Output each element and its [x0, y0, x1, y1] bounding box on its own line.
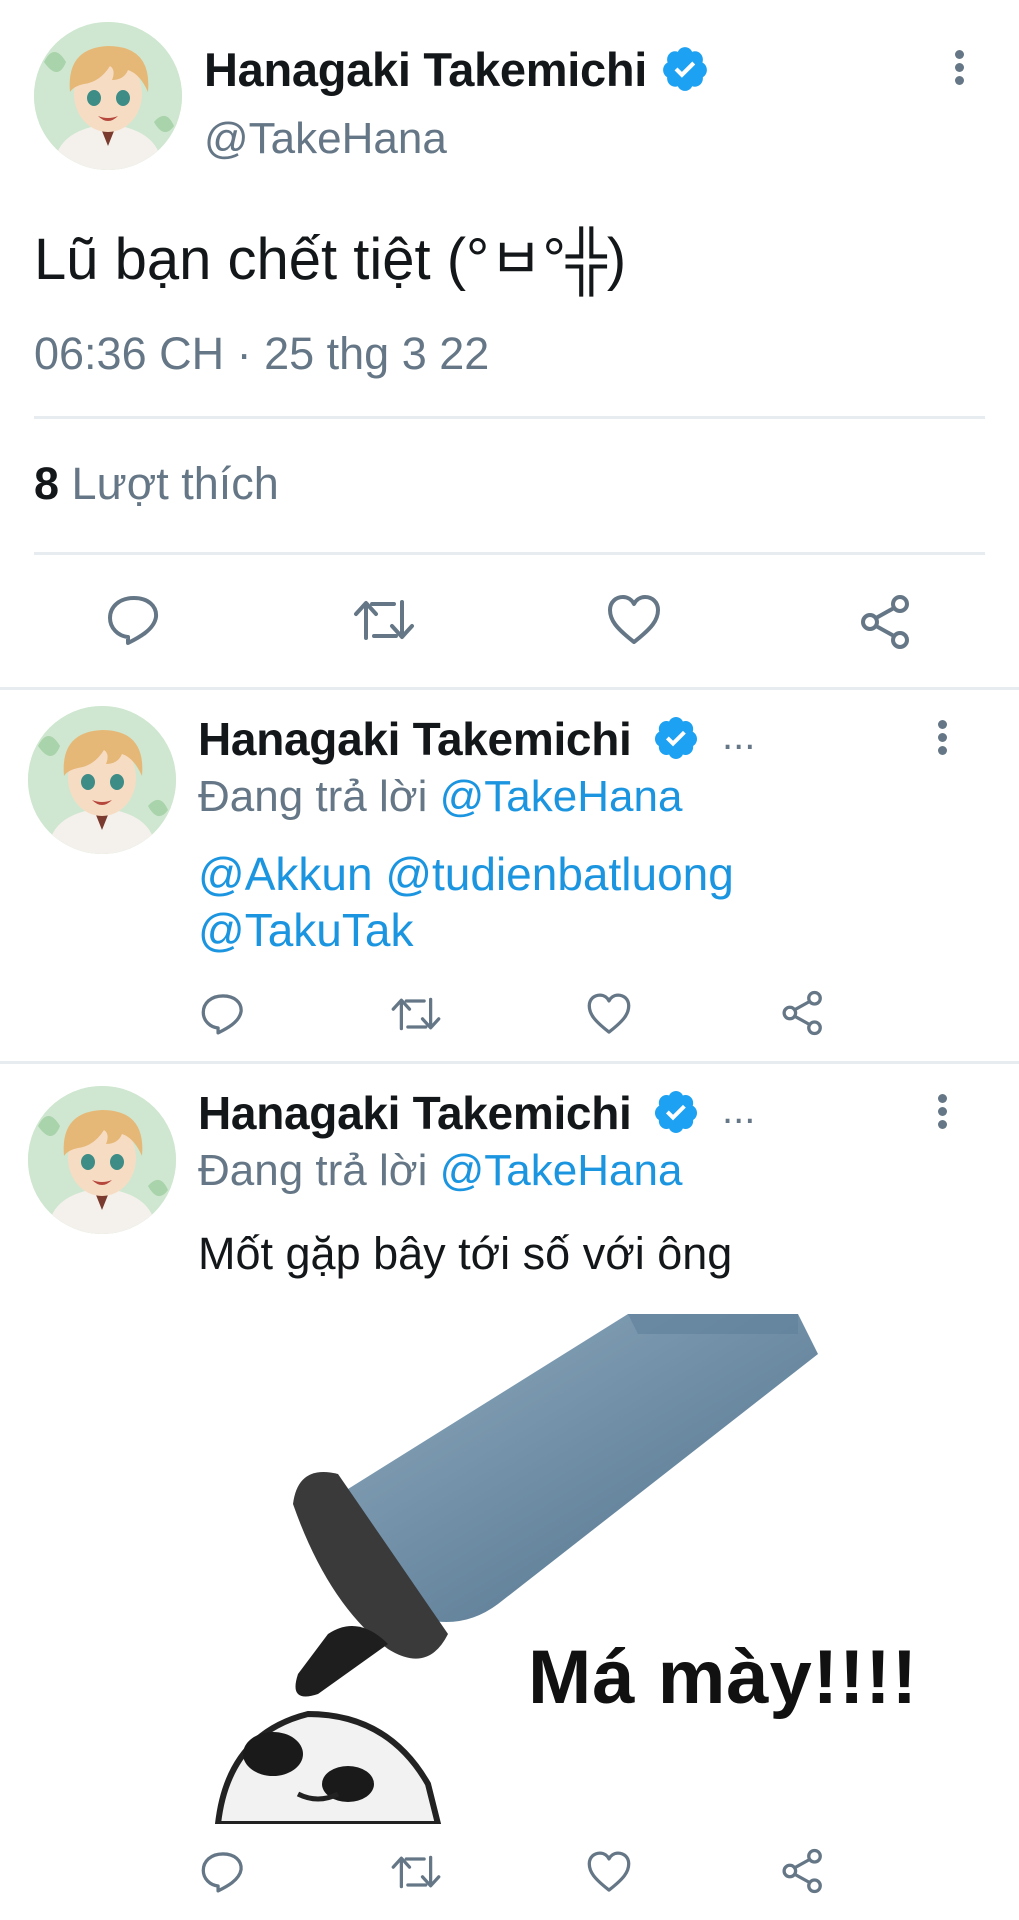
mention-link[interactable]: @TakuTak [198, 902, 958, 958]
like-icon[interactable] [606, 594, 662, 646]
display-name[interactable]: Hanagaki Takemichi [198, 1086, 632, 1140]
mention-links[interactable]: @Akkun @tudienbatluong [198, 846, 958, 902]
divider [34, 416, 985, 419]
more-options-icon[interactable] [953, 50, 965, 90]
main-tweet: Hanagaki Takemichi @TakeHana Lũ bạn chết… [0, 0, 1019, 690]
share-icon[interactable] [858, 594, 914, 650]
media-caption-text: Má mày!!!! [528, 1635, 919, 1720]
replying-prefix: Đang trả lời [198, 772, 428, 821]
likes-label: Lượt thích [71, 458, 279, 509]
user-handle[interactable]: @TakeHana [204, 114, 447, 164]
reply-text: Mốt gặp bây tới số với ông [198, 1228, 733, 1279]
truncation-ellipsis: ... [722, 1088, 756, 1132]
tweet-timestamp[interactable]: 06:36 CH · 25 thg 3 22 [34, 328, 489, 380]
share-icon[interactable] [780, 990, 826, 1036]
verified-badge-icon [652, 714, 700, 762]
reply-icon[interactable] [106, 594, 162, 646]
retweet-icon[interactable] [390, 992, 442, 1036]
divider [34, 552, 985, 555]
like-icon[interactable] [586, 992, 632, 1036]
mention-link[interactable]: @TakeHana [440, 772, 683, 821]
reply-icon[interactable] [200, 1850, 246, 1894]
verified-badge-icon [660, 44, 710, 94]
tweet-media-image[interactable]: Má mày!!!! [198, 1314, 962, 1824]
display-name[interactable]: Hanagaki Takemichi [204, 42, 647, 97]
like-icon[interactable] [586, 1850, 632, 1894]
likes-count[interactable]: 8 Lượt thích [34, 458, 279, 510]
share-icon[interactable] [780, 1848, 826, 1894]
mention-link[interactable]: @TakeHana [440, 1146, 683, 1195]
more-options-icon[interactable] [936, 1094, 948, 1134]
verified-badge-icon [652, 1088, 700, 1136]
replying-prefix: Đang trả lời [198, 1146, 428, 1195]
avatar[interactable] [34, 22, 182, 170]
avatar[interactable] [28, 1086, 176, 1234]
avatar[interactable] [28, 706, 176, 854]
truncation-ellipsis: ... [722, 714, 756, 758]
tweet-text: Lũ bạn chết tiệt (°ㅂ°╬) [34, 227, 627, 292]
reply-tweet[interactable]: Hanagaki Takemichi ... Đang trả lời @Tak… [0, 1064, 1019, 1920]
replying-to: Đang trả lời @TakeHana [198, 1146, 682, 1196]
reply-tweet[interactable]: Hanagaki Takemichi ... Đang trả lời @Tak… [0, 690, 1019, 1064]
display-name[interactable]: Hanagaki Takemichi [198, 712, 632, 766]
reply-icon[interactable] [200, 992, 246, 1036]
retweet-icon[interactable] [390, 1850, 442, 1894]
likes-number: 8 [34, 458, 60, 509]
replying-to: Đang trả lời @TakeHana [198, 772, 682, 822]
more-options-icon[interactable] [936, 720, 948, 760]
reply-text: @Akkun @tudienbatluong @TakuTak [198, 846, 958, 958]
retweet-icon[interactable] [352, 594, 416, 646]
